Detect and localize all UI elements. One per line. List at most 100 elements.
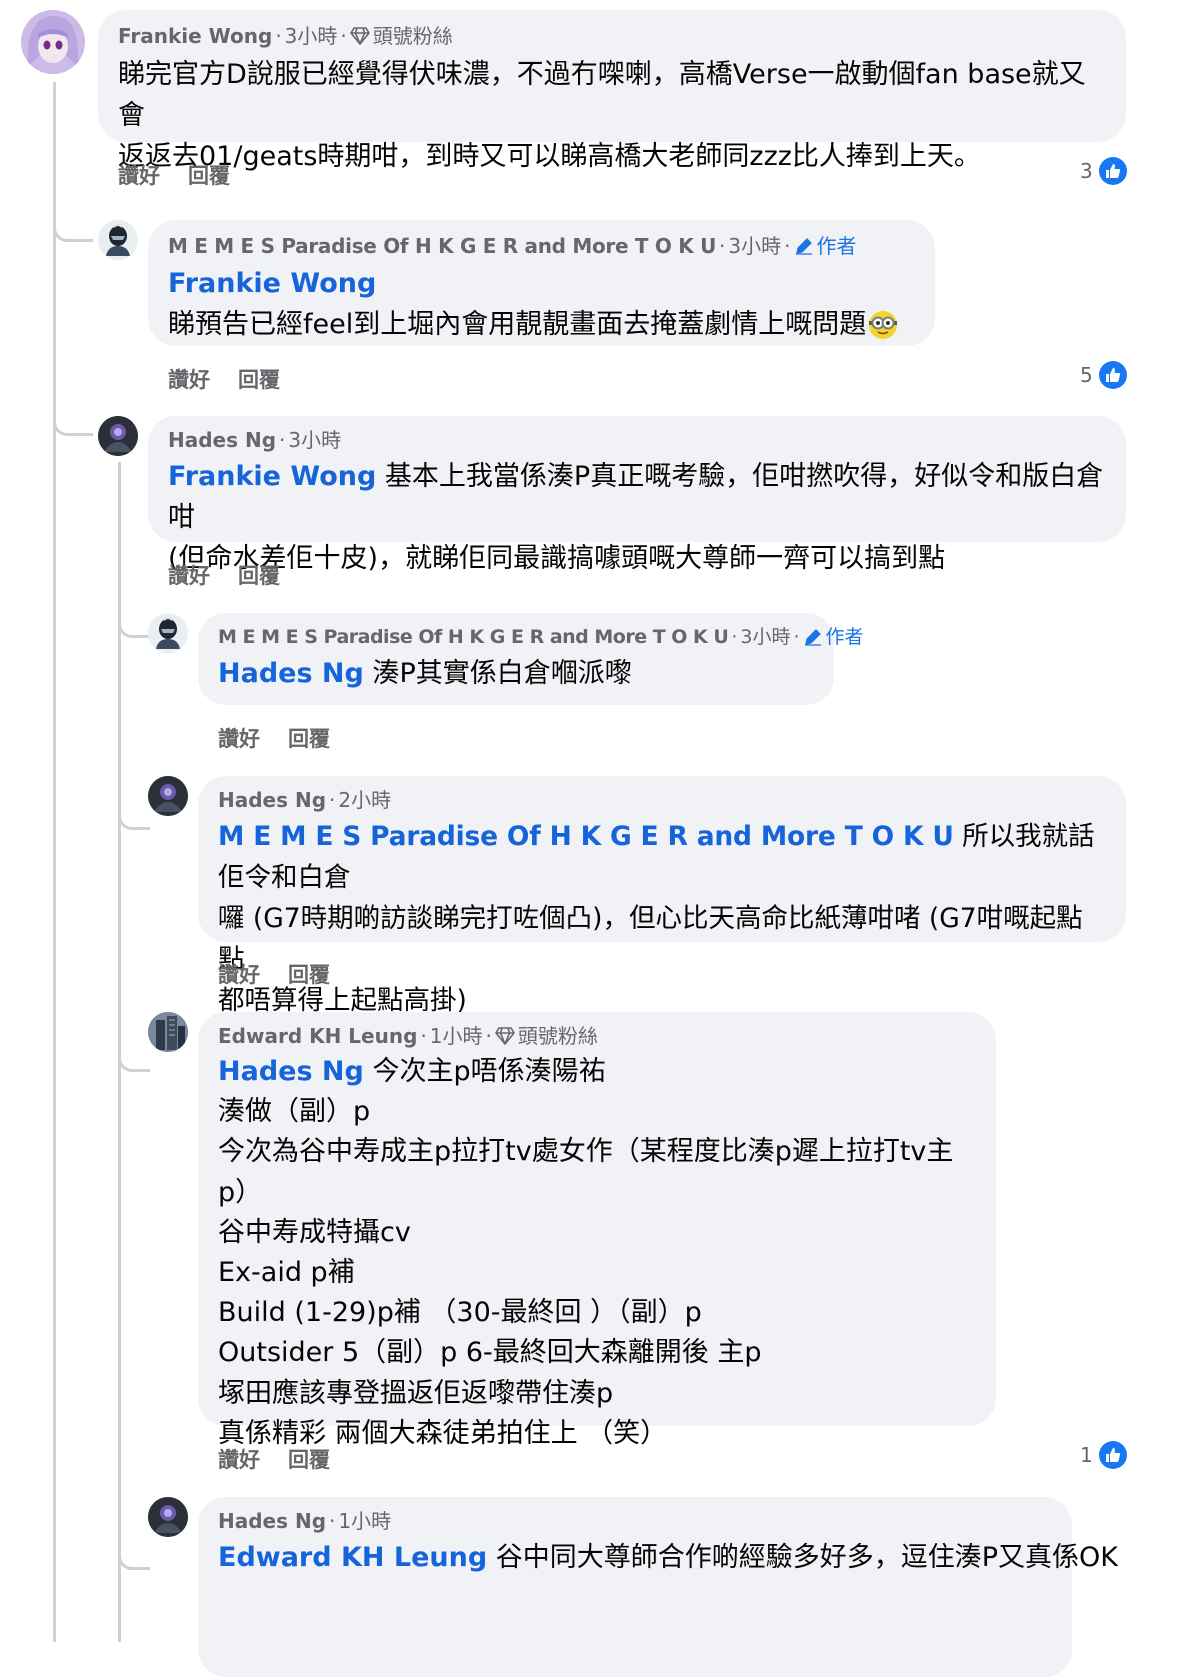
avatar[interactable] (148, 1012, 188, 1052)
reply-button[interactable]: 回覆 (288, 961, 330, 989)
comment-actions: 讚好 回覆 (218, 725, 330, 753)
comment-text: Frankie Wong 基本上我當係湊P真正嘅考驗，佢咁撚吹得，好似令和版白倉… (168, 461, 1104, 574)
reaction-number: 5 (1080, 363, 1093, 387)
like-button[interactable]: 讚好 (168, 366, 210, 394)
author-badge-label: 作者 (816, 234, 857, 258)
comment-time[interactable]: 2小時 (338, 786, 391, 814)
comment-time[interactable]: 3小時 (285, 22, 338, 50)
avatar[interactable] (98, 416, 138, 456)
author-badge: 作者 (803, 623, 864, 651)
minion-emoji-icon (869, 310, 898, 339)
comment-bubble: M E M E S Paradise Of H K G E R and More… (148, 220, 935, 346)
comment-text: Edward KH Leung 谷中同大尊師合作啲經驗多好多，逗住湊P又真係OK (218, 1542, 1119, 1573)
thread-elbow (118, 1010, 150, 1072)
avatar[interactable] (148, 776, 188, 816)
comment-meta: Hades Ng · 2小時 (218, 786, 392, 814)
comment-text: 睇預告已經feel到上堀內會用靚靚畫面去掩蓋劇情上嘅問題￼ (168, 304, 915, 345)
thread-elbow (53, 390, 93, 436)
mention-link[interactable]: Edward KH Leung (218, 1542, 487, 1573)
thread-elbow (118, 588, 150, 638)
comment-meta: Frankie Wong · 3小時 · 頭號粉絲 (118, 22, 453, 50)
thread-elbow (53, 196, 93, 242)
avatar[interactable] (148, 613, 188, 653)
thread-elbow (118, 1500, 150, 1570)
reply-button[interactable]: 回覆 (288, 725, 330, 753)
reaction-number: 1 (1080, 1443, 1093, 1467)
comment-meta: Hades Ng · 3小時 (168, 426, 342, 454)
avatar[interactable] (21, 10, 85, 74)
dark-avatar-icon (148, 1497, 188, 1537)
thumbs-up-icon (1098, 1441, 1127, 1469)
thread-elbow (118, 780, 150, 830)
comment-text: M E M E S Paradise Of H K G E R and More… (218, 821, 1095, 1016)
comment-author[interactable]: Edward KH Leung (218, 1022, 417, 1050)
reaction-count[interactable]: 1 (1080, 1441, 1127, 1469)
diamond-icon (349, 27, 370, 45)
comment-actions: 讚好 回覆 (218, 1446, 330, 1474)
comment-time[interactable]: 3小時 (740, 623, 790, 651)
comment-meta: M E M E S Paradise Of H K G E R and More… (168, 232, 857, 260)
mention-link[interactable]: M E M E S Paradise Of H K G E R and More… (218, 821, 954, 852)
mention-link[interactable]: Frankie Wong (168, 264, 915, 304)
comment-actions: 讚好 回覆 (218, 961, 330, 989)
author-badge-label: 作者 (825, 626, 864, 648)
comment-time[interactable]: 3小時 (288, 426, 341, 454)
reply-button[interactable]: 回覆 (288, 1446, 330, 1474)
avatar[interactable] (148, 1497, 188, 1537)
anime-avatar-icon (21, 10, 85, 74)
building-photo-avatar-icon (148, 1012, 188, 1052)
top-fan-label: 頭號粉絲 (517, 1024, 598, 1048)
comment-bubble: M E M E S Paradise Of H K G E R and More… (198, 613, 864, 705)
comment-bubble: Edward KH Leung · 1小時 · 頭號粉絲 Hades Ng 今次… (198, 1012, 996, 1449)
like-button[interactable]: 讚好 (218, 725, 260, 753)
comment-text: Hades Ng 湊P其實係白倉嗰派嚟 (218, 658, 632, 689)
reaction-count[interactable]: 3 (1080, 157, 1127, 185)
author-badge: 作者 (794, 232, 857, 260)
comment-text: Hades Ng 今次主p唔係湊陽祐 湊做（副）p 今次為谷中寿成主p拉打tv處… (218, 1056, 954, 1449)
comment-actions: 讚好 回覆 (168, 366, 280, 394)
comment-time[interactable]: 1小時 (338, 1507, 391, 1535)
pencil-icon (795, 238, 812, 255)
mention-link[interactable]: Hades Ng (218, 1056, 364, 1087)
thumbs-up-icon (1098, 361, 1127, 389)
comment-meta: M E M E S Paradise Of H K G E R and More… (218, 623, 864, 651)
comment-bubble: Hades Ng · 1小時 Edward KH Leung 谷中同大尊師合作啲… (198, 1497, 1119, 1677)
comment-author[interactable]: M E M E S Paradise Of H K G E R and More… (218, 623, 729, 651)
comment-author[interactable]: Hades Ng (218, 1507, 326, 1535)
like-button[interactable]: 讚好 (218, 961, 260, 989)
comment-author[interactable]: Hades Ng (218, 786, 326, 814)
comment-bubble: Frankie Wong · 3小時 · 頭號粉絲 睇完官方D說服已經覺得伏味濃… (98, 10, 1126, 172)
comment-time[interactable]: 1小時 (430, 1022, 483, 1050)
like-button[interactable]: 讚好 (218, 1446, 260, 1474)
mention-link[interactable]: Frankie Wong (168, 461, 376, 492)
like-button[interactable]: 讚好 (168, 562, 210, 590)
reaction-count[interactable]: 5 (1080, 361, 1127, 389)
masked-hero-avatar-icon (148, 613, 188, 653)
like-button[interactable]: 讚好 (118, 162, 160, 190)
reply-button[interactable]: 回覆 (238, 562, 280, 590)
diamond-icon (495, 1027, 515, 1045)
dark-avatar-icon (98, 416, 138, 456)
comment-meta: Hades Ng · 1小時 (218, 1507, 392, 1535)
top-fan-badge: 頭號粉絲 (349, 22, 453, 50)
reply-button[interactable]: 回覆 (238, 366, 280, 394)
comment-actions: 讚好 回覆 (168, 562, 280, 590)
mention-link[interactable]: Hades Ng (218, 658, 364, 689)
avatar[interactable] (98, 220, 138, 260)
comment-actions: 讚好 回覆 (118, 162, 230, 190)
dark-avatar-icon (148, 776, 188, 816)
reaction-number: 3 (1080, 159, 1093, 183)
masked-hero-avatar-icon (98, 220, 138, 260)
comment-author[interactable]: Hades Ng (168, 426, 276, 454)
pencil-icon (804, 629, 821, 646)
comment-author[interactable]: M E M E S Paradise Of H K G E R and More… (168, 232, 716, 260)
comment-author[interactable]: Frankie Wong (118, 22, 272, 50)
comment-time[interactable]: 3小時 (728, 232, 781, 260)
reply-button[interactable]: 回覆 (188, 162, 230, 190)
thread-line-main (53, 82, 56, 1642)
comment-bubble: Hades Ng · 2小時 M E M E S Paradise Of H K… (198, 776, 1126, 1016)
top-fan-badge: 頭號粉絲 (495, 1022, 598, 1050)
comment-bubble: Hades Ng · 3小時 Frankie Wong 基本上我當係湊P真正嘅考… (148, 416, 1126, 574)
top-fan-label: 頭號粉絲 (372, 24, 453, 48)
comment-text: 睇完官方D說服已經覺得伏味濃，不過冇㗎喇，高橋Verse一啟動個fan base… (118, 59, 1086, 172)
